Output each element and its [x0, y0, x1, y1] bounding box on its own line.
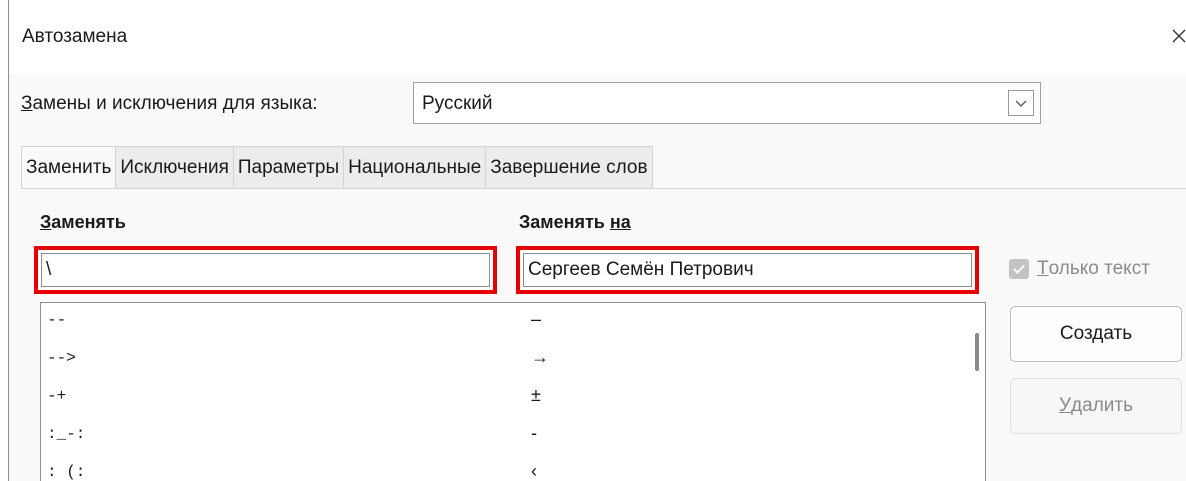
tab-options[interactable]: Параметры [232, 146, 345, 188]
replace-field-highlight [34, 246, 497, 294]
with-cell: - [531, 423, 537, 443]
table-row[interactable]: :_-: - [41, 417, 946, 455]
table-row[interactable]: : (: ‹ [41, 455, 946, 481]
replace-cell: --> [47, 349, 76, 367]
tab-bar: Заменить Исключения Параметры Национальн… [21, 146, 653, 189]
only-text-mnemonic: Т [1037, 258, 1049, 279]
replace-cell: -- [47, 311, 67, 329]
title-bar: Автозамена [9, 0, 1186, 74]
replace-input[interactable] [41, 253, 490, 287]
delete-button-mnemonic: У [1058, 395, 1072, 416]
tab-replace[interactable]: Заменить [21, 146, 117, 189]
dialog-title: Автозамена [22, 26, 128, 47]
replace-column-header: Заменять [40, 212, 126, 233]
with-cell: ‹ [531, 461, 537, 481]
only-text-option[interactable]: Только текст [1009, 258, 1150, 280]
checkmark-icon [1013, 264, 1025, 274]
with-cell: ± [531, 385, 541, 405]
with-field-highlight [516, 246, 979, 294]
list-scrollbar-thumb[interactable] [975, 333, 979, 371]
language-label-mnemonic: З [21, 93, 33, 114]
with-header-text: Заменять [519, 212, 610, 232]
language-selected-value: Русский [422, 93, 493, 114]
with-column-header: Заменять на [519, 212, 631, 233]
chevron-down-icon [1015, 100, 1027, 107]
replace-cell: : (: [47, 463, 86, 481]
language-label: Замены и исключения для языка: [21, 93, 318, 115]
replace-with-input[interactable] [523, 253, 972, 287]
only-text-checkbox[interactable] [1009, 259, 1029, 279]
replace-header-mnemonic: З [40, 212, 52, 232]
delete-button-label: далить [1071, 395, 1134, 416]
with-header-mnemonic: на [609, 212, 631, 232]
autocorrect-dialog: Автозамена Замены и исключения для языка… [8, 0, 1186, 481]
tab-exceptions[interactable]: Исключения [115, 146, 234, 188]
replacement-table[interactable]: -- – --> → -+ ± :_-: - : (: ‹ [40, 302, 986, 481]
create-button[interactable]: Создать [1010, 306, 1182, 362]
replace-cell: :_-: [47, 425, 86, 443]
close-button[interactable] [1164, 18, 1186, 54]
language-label-text: амены и исключения для языка: [32, 93, 318, 114]
with-cell: → [531, 347, 549, 367]
table-row[interactable]: -+ ± [41, 379, 946, 417]
tab-word-completion[interactable]: Завершение слов [485, 146, 653, 188]
replace-cell: -+ [47, 387, 67, 405]
only-text-label: олько текст [1048, 258, 1150, 279]
table-row[interactable]: --> → [41, 341, 946, 379]
with-cell: – [531, 309, 542, 329]
delete-button[interactable]: Удалить [1010, 378, 1182, 434]
replace-header-text: аменять [51, 212, 126, 232]
table-row[interactable]: -- – [41, 303, 946, 341]
close-icon [1172, 29, 1186, 43]
language-dropdown-button[interactable] [1008, 90, 1034, 116]
tab-localized-options[interactable]: Национальные [343, 146, 487, 188]
language-select[interactable]: Русский [413, 82, 1041, 124]
